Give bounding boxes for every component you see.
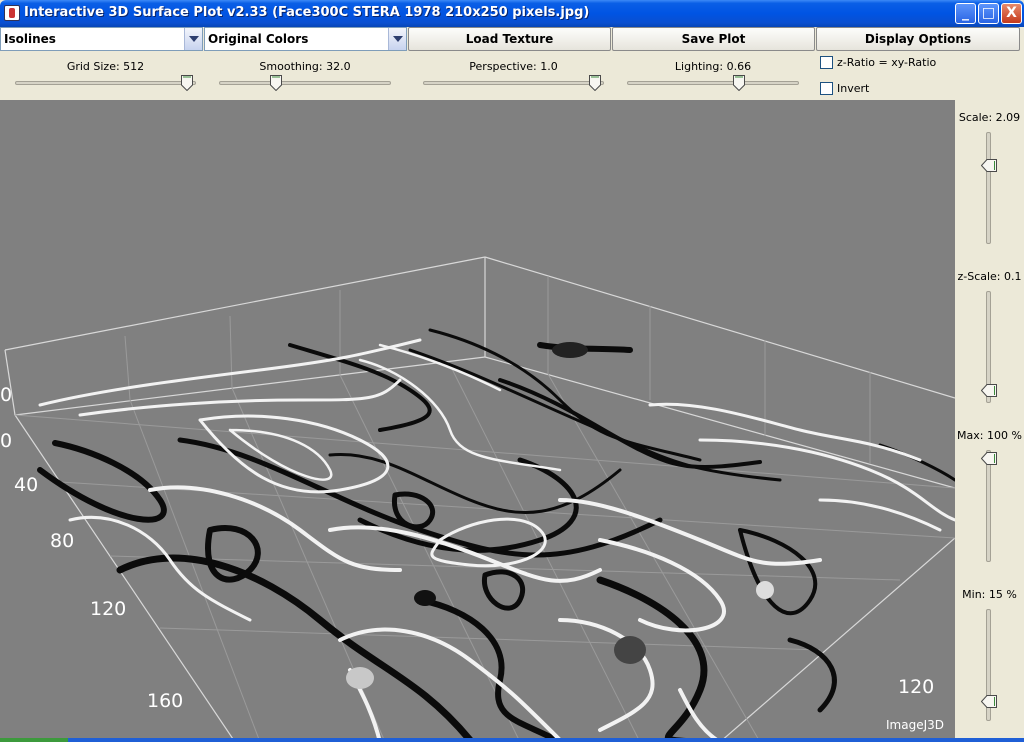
max-slider[interactable]: Max: 100 % [955, 429, 1024, 564]
maximize-button[interactable]: □ [978, 3, 999, 24]
display-options-button[interactable]: Display Options [816, 27, 1020, 51]
smoothing-label: Smoothing: 32.0 [259, 60, 351, 73]
smoothing-slider[interactable]: Smoothing: 32.0 [219, 51, 391, 99]
z-ratio-label: z-Ratio = xy-Ratio [837, 56, 937, 69]
surface-plot-canvas[interactable]: 0 0 40 80 120 160 120 ImageJ3D [0, 100, 955, 742]
close-button[interactable]: X [1001, 3, 1022, 24]
isoline [738, 528, 818, 616]
axis-tick-label: 120 [90, 598, 127, 620]
isoline [198, 414, 390, 494]
isoline [648, 402, 922, 462]
slider-thumb[interactable] [270, 75, 282, 91]
isolines-light [38, 338, 955, 742]
box-edge [14, 414, 236, 742]
slider-thumb[interactable] [589, 75, 601, 91]
grid-size-slider[interactable]: Grid Size: 512 [15, 51, 196, 99]
scale-label: Scale: 2.09 [958, 111, 1021, 124]
axis-tick-label: 120 [898, 676, 935, 698]
slider-thumb[interactable] [980, 382, 997, 397]
slider-track[interactable] [627, 81, 799, 85]
lighting-slider[interactable]: Lighting: 0.66 [627, 51, 799, 99]
isoline [482, 569, 525, 611]
isoline-blob [552, 342, 588, 358]
window-title: Interactive 3D Surface Plot v2.33 (Face3… [24, 5, 590, 20]
slider-thumb[interactable] [733, 75, 745, 91]
grid-size-label: Grid Size: 512 [66, 60, 145, 73]
min-slider[interactable]: Min: 15 % [955, 588, 1024, 723]
lighting-label: Lighting: 0.66 [674, 60, 752, 73]
surface-plot-svg[interactable] [0, 100, 955, 742]
slider-track[interactable] [986, 450, 991, 562]
imagej3d-watermark: ImageJ3D [886, 718, 944, 732]
checkbox-box[interactable] [820, 56, 833, 69]
minimize-button[interactable]: _ [955, 3, 976, 24]
isoline [818, 498, 942, 532]
slider-track[interactable] [423, 81, 604, 85]
right-slider-panel: Scale: 2.09 z-Scale: 0.1 Max: 100 % Min:… [955, 100, 1024, 742]
chevron-down-icon[interactable] [388, 28, 406, 50]
java-app-icon [4, 5, 20, 21]
slider-track[interactable] [15, 81, 196, 85]
isoline-blob [614, 636, 646, 664]
plot-mode-select[interactable]: Isolines [0, 27, 203, 51]
isoline [392, 491, 435, 530]
grid-line [229, 315, 233, 389]
isoline-blob [756, 581, 774, 599]
taskbar-strip [0, 738, 1024, 742]
isoline-blob [414, 590, 436, 606]
grid-line [124, 335, 131, 401]
chevron-down-icon[interactable] [184, 28, 202, 50]
box-edge [719, 537, 955, 742]
axis-tick-label: 0 [0, 384, 13, 406]
slider-bar: Grid Size: 512 Smoothing: 32.0 Perspecti… [0, 51, 1024, 100]
isoline [288, 343, 432, 432]
color-mode-select[interactable]: Original Colors [204, 27, 407, 51]
axis-tick-label: 160 [147, 690, 184, 712]
z-scale-label: z-Scale: 0.1 [957, 270, 1022, 283]
color-mode-value: Original Colors [208, 32, 309, 46]
isoline [358, 358, 562, 472]
box-edge [4, 256, 486, 351]
scale-slider[interactable]: Scale: 2.09 [955, 111, 1024, 246]
isoline [498, 378, 762, 469]
isoline [558, 498, 822, 566]
axis-tick-label: 80 [50, 530, 75, 552]
isoline [37, 440, 167, 523]
z-scale-slider[interactable]: z-Scale: 0.1 [955, 270, 1024, 405]
save-plot-button[interactable]: Save Plot [612, 27, 815, 51]
plot-mode-value: Isolines [4, 32, 56, 46]
slider-track[interactable] [986, 132, 991, 244]
axis-tick-label: 40 [14, 474, 39, 496]
title-bar[interactable]: Interactive 3D Surface Plot v2.33 (Face3… [0, 0, 1024, 27]
axis-tick-label: 0 [0, 430, 13, 452]
checkbox-box[interactable] [820, 82, 833, 95]
isoline-blob [346, 667, 374, 689]
load-texture-button[interactable]: Load Texture [408, 27, 611, 51]
toolbar: Isolines Original Colors Load Texture Sa… [0, 27, 1024, 51]
slider-thumb[interactable] [181, 75, 193, 91]
perspective-label: Perspective: 1.0 [469, 60, 558, 73]
isoline [78, 378, 402, 417]
slider-track[interactable] [219, 81, 391, 85]
max-label: Max: 100 % [957, 429, 1022, 442]
slider-thumb[interactable] [980, 693, 997, 708]
slider-thumb[interactable] [980, 157, 997, 172]
app-window: Interactive 3D Surface Plot v2.33 (Face3… [0, 0, 1024, 742]
isoline [596, 576, 708, 742]
invert-label: Invert [837, 82, 870, 95]
perspective-slider[interactable]: Perspective: 1.0 [423, 51, 604, 99]
min-label: Min: 15 % [962, 588, 1017, 601]
slider-thumb[interactable] [980, 450, 997, 465]
